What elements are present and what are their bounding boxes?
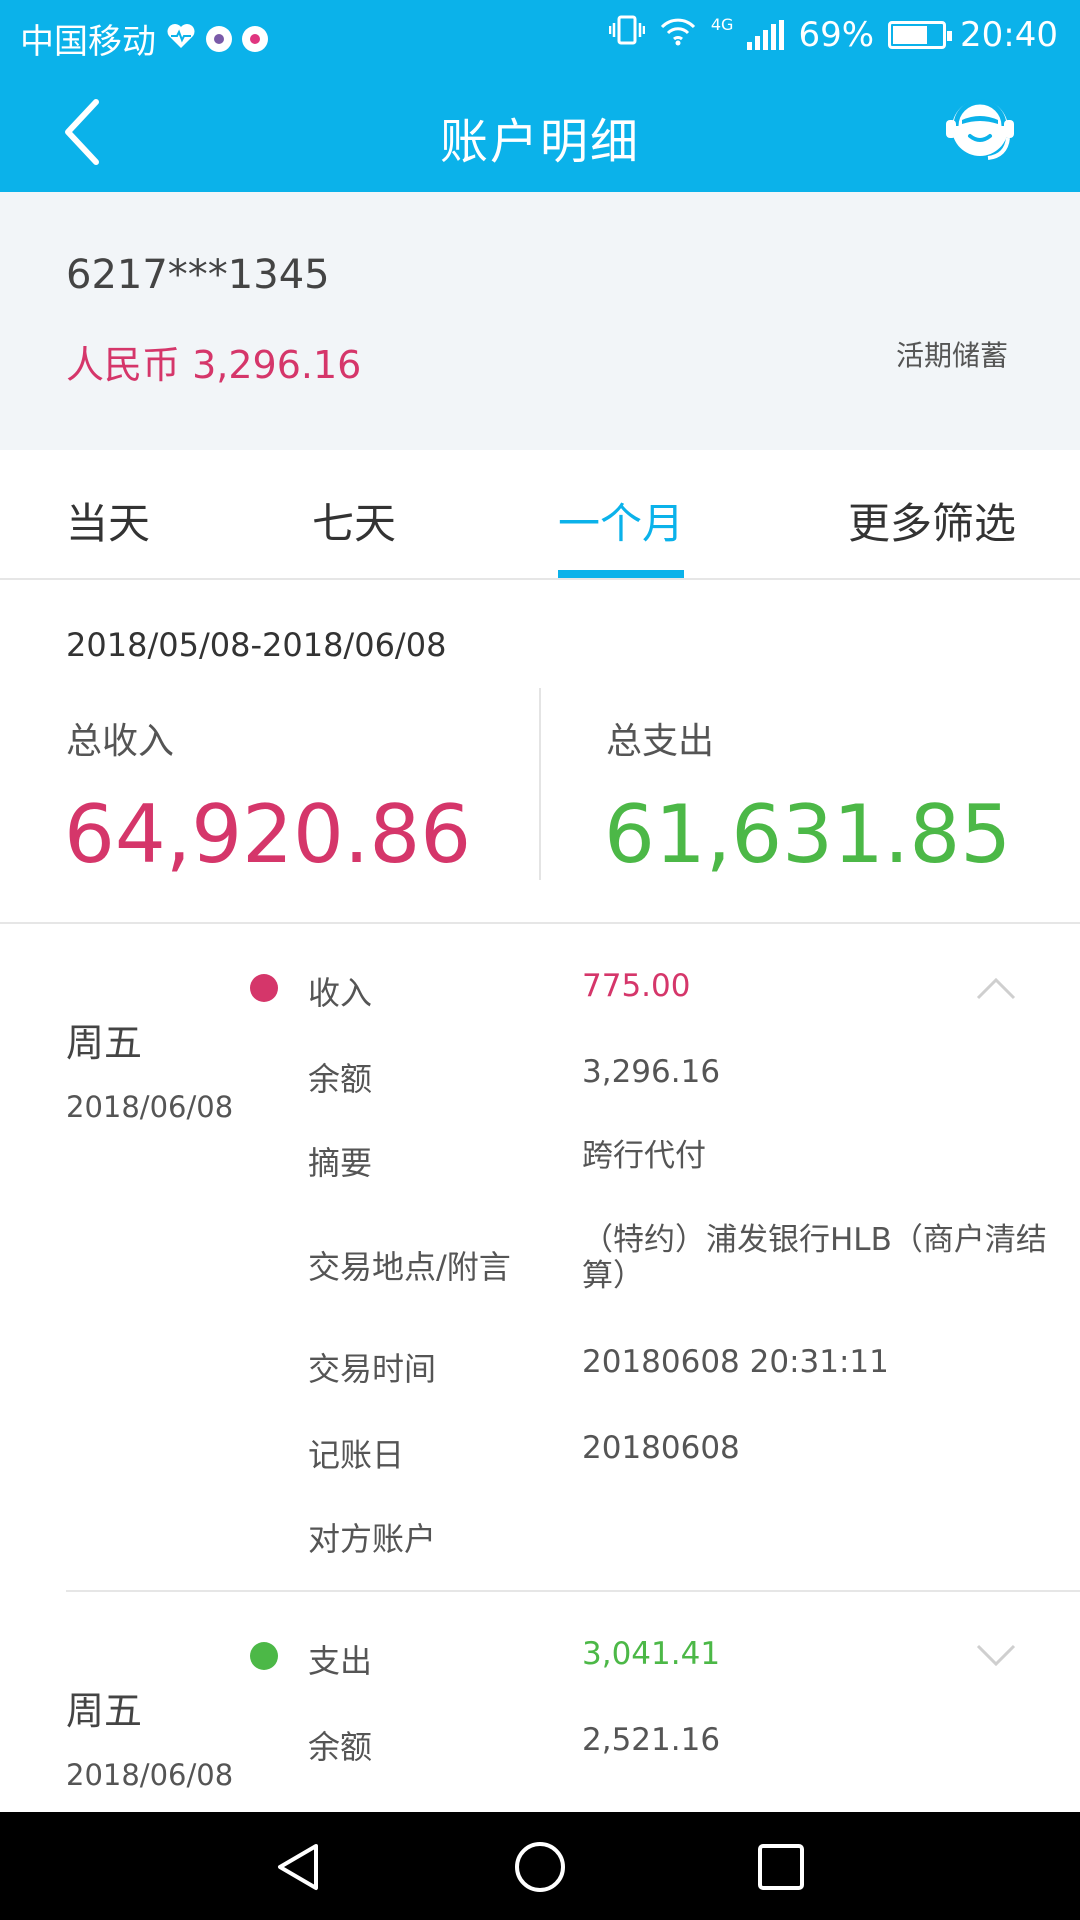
wifi-icon — [659, 15, 697, 55]
summary-divider — [539, 688, 541, 880]
tab-more-filters[interactable]: 更多筛选 — [848, 490, 1016, 551]
cell-signal-icon — [747, 19, 785, 50]
app-header: 账户明细 — [0, 72, 1080, 192]
detail-key: 交易地点/附言 — [308, 1248, 511, 1286]
total-income-value: 64,920.86 — [64, 788, 472, 881]
period-tabs: 当天 七天 一个月 更多筛选 — [0, 450, 1080, 580]
detail-value: 2,521.16 — [582, 1722, 721, 1758]
battery-icon — [888, 20, 953, 49]
customer-service-button[interactable] — [940, 90, 1020, 170]
health-heart-icon — [166, 19, 196, 59]
vibrate-icon — [608, 14, 646, 55]
detail-key: 记账日 — [308, 1436, 405, 1474]
status-bar: 中国移动 4G 69% 20:40 — [0, 0, 1080, 72]
transaction-weekday: 周五 — [66, 1689, 143, 1733]
total-income-label: 总收入 — [66, 721, 175, 762]
transaction-weekday: 周五 — [66, 1021, 143, 1065]
detail-value: 3,296.16 — [582, 1054, 721, 1090]
system-navigation-bar — [0, 1812, 1080, 1920]
detail-key: 对方账户 — [308, 1520, 437, 1558]
income-indicator-dot — [250, 974, 278, 1002]
carrier-label: 中国移动 — [20, 22, 156, 62]
total-expense-label: 总支出 — [606, 721, 715, 762]
clock-time: 20:40 — [960, 14, 1058, 55]
detail-value: 跨行代付 — [582, 1138, 706, 1174]
account-balance: 人民币 3,296.16 — [66, 343, 362, 387]
account-card: 6217***1345 人民币 3,296.16 活期储蓄 — [0, 192, 1080, 450]
detail-value: 3,041.41 — [582, 1636, 721, 1672]
detail-key: 摘要 — [308, 1144, 373, 1182]
detail-value: 775.00 — [582, 968, 691, 1004]
nav-back-icon[interactable] — [272, 1840, 326, 1894]
app-notification-icon — [206, 25, 232, 52]
transaction-item[interactable]: 周五 2018/06/08 收入 775.00 余额 3,296.16 摘要 跨… — [0, 924, 1080, 1592]
transaction-date: 2018/06/08 — [66, 1758, 234, 1792]
tab-today[interactable]: 当天 — [66, 490, 150, 551]
active-tab-indicator — [558, 570, 684, 578]
page-title: 账户明细 — [439, 114, 640, 170]
transaction-item[interactable]: 周五 2018/06/08 支出 3,041.41 余额 2,521.16 — [0, 1592, 1080, 1812]
detail-value: 20180608 20:31:11 — [582, 1344, 889, 1380]
expense-indicator-dot — [250, 1642, 278, 1670]
tab-one-month[interactable]: 一个月 — [558, 490, 684, 551]
account-type: 活期储蓄 — [895, 339, 1008, 372]
account-number: 6217***1345 — [66, 252, 330, 298]
media-notification-icon — [242, 25, 268, 52]
detail-key: 收入 — [308, 974, 373, 1012]
detail-key: 余额 — [308, 1728, 373, 1766]
nav-home-icon[interactable] — [513, 1840, 567, 1894]
customer-service-icon — [946, 99, 1014, 160]
battery-percent: 69% — [798, 14, 875, 55]
date-range: 2018/05/08-2018/06/08 — [66, 626, 447, 664]
nav-recents-icon[interactable] — [754, 1840, 808, 1894]
detail-key: 交易时间 — [308, 1350, 437, 1388]
detail-value: （特约）浦发银行HLB（商户清结算） — [582, 1222, 1047, 1294]
network-type-label: 4G — [710, 15, 734, 34]
period-summary: 2018/05/08-2018/06/08 总收入 64,920.86 总支出 … — [0, 580, 1080, 924]
detail-value: 20180608 — [582, 1430, 740, 1466]
detail-key: 余额 — [308, 1060, 373, 1098]
transaction-date: 2018/06/08 — [66, 1090, 234, 1124]
detail-key: 支出 — [308, 1642, 373, 1680]
total-expense-value: 61,631.85 — [604, 788, 1012, 881]
tab-seven-days[interactable]: 七天 — [312, 490, 396, 551]
